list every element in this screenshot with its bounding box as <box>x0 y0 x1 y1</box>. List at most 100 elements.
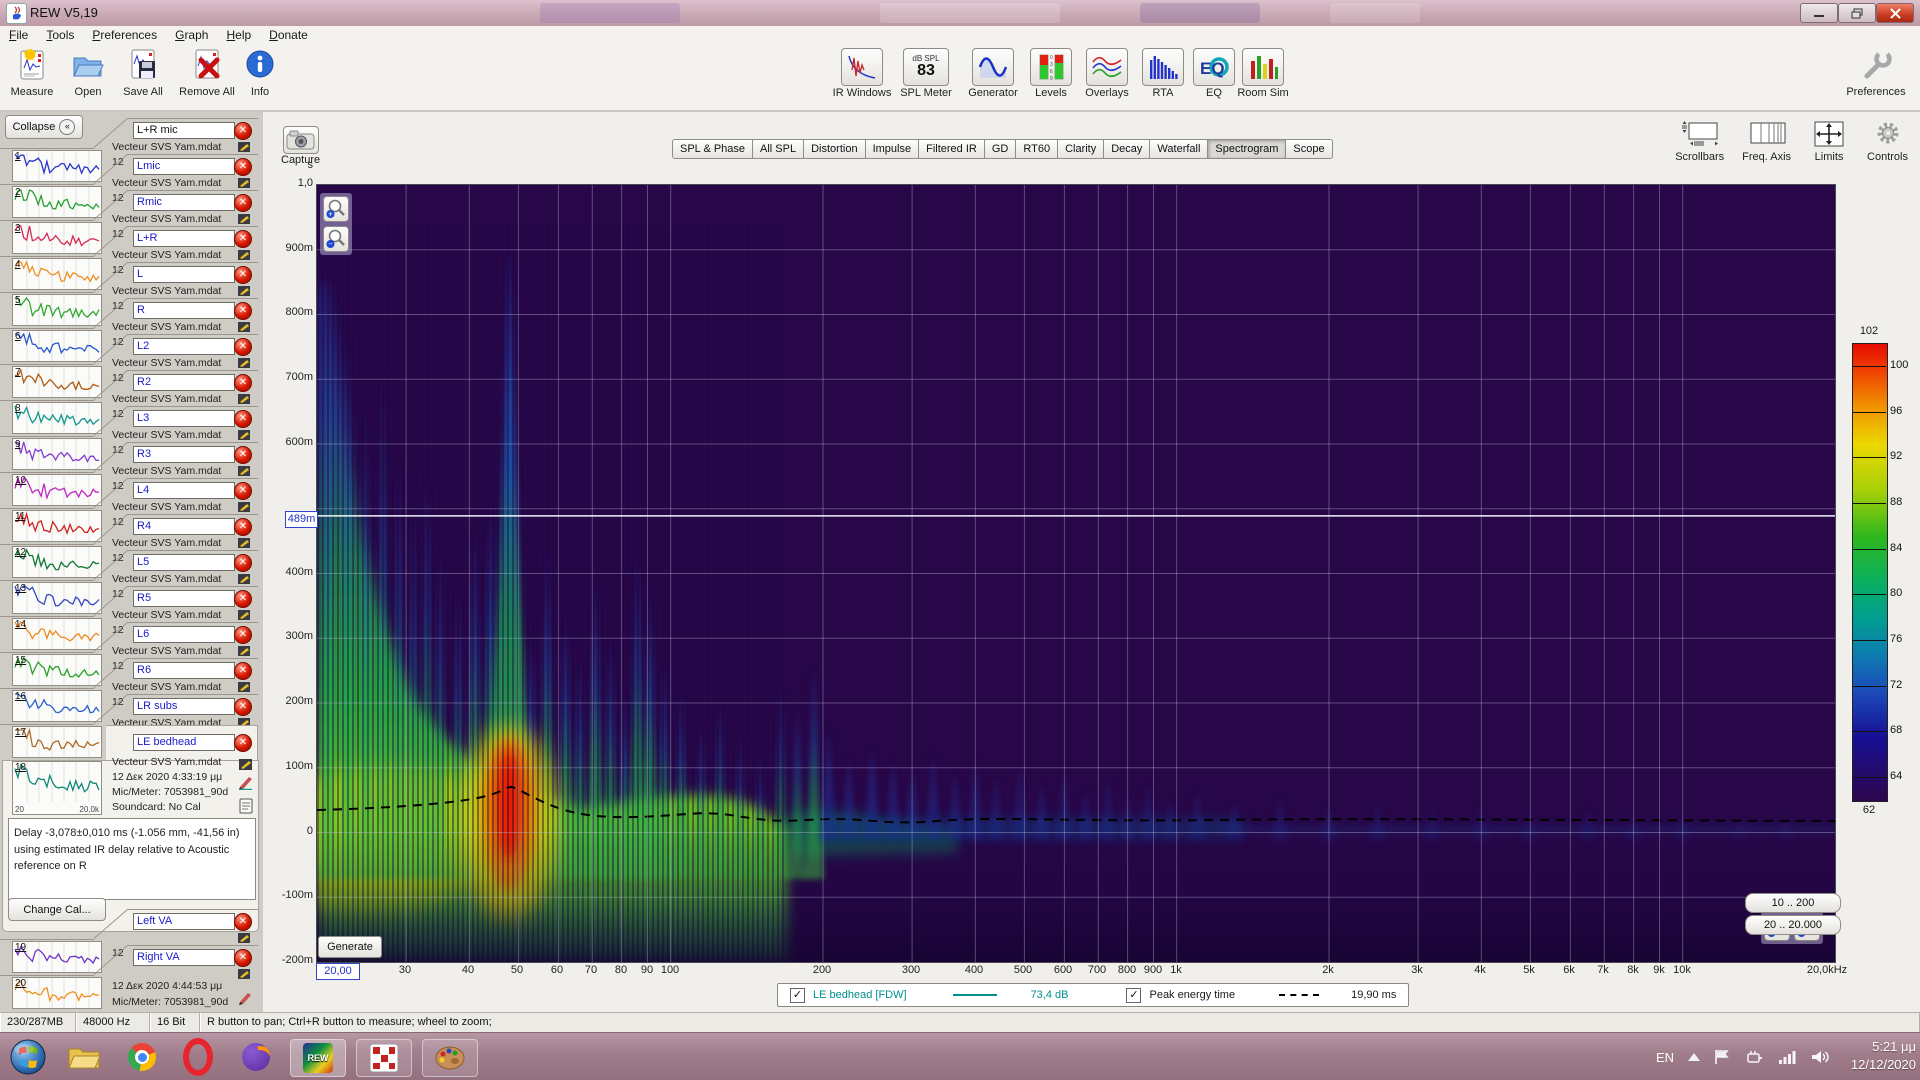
delete-measurement-button[interactable]: ✕ <box>234 122 252 140</box>
measurement-name-input[interactable]: R4 <box>133 518 235 535</box>
edit-file-icon[interactable] <box>237 608 252 621</box>
tab-gd[interactable]: GD <box>984 139 1017 159</box>
generate-button[interactable]: Generate <box>318 936 382 958</box>
delete-measurement-button[interactable]: ✕ <box>234 734 252 752</box>
measurement-thumbnail[interactable]: 9 <box>12 438 102 470</box>
tab-spectrogram[interactable]: Spectrogram <box>1208 139 1287 159</box>
edit-file-icon[interactable] <box>237 176 252 189</box>
tab-distortion[interactable]: Distortion <box>804 139 866 159</box>
speaker-icon[interactable] <box>1810 1049 1830 1065</box>
overlays-button[interactable]: Overlays <box>1076 48 1138 99</box>
menu-graph[interactable]: Graph <box>166 26 217 44</box>
controls-button[interactable]: Controls <box>1867 120 1908 163</box>
measurement-thumbnail[interactable]: 2 <box>12 186 102 218</box>
measurement-thumbnail[interactable]: 13 <box>12 582 102 614</box>
language-indicator[interactable]: EN <box>1656 1050 1674 1065</box>
measurement-name-input[interactable]: L+R <box>133 230 235 247</box>
measurement-thumbnail[interactable]: 18 20 20,0k <box>12 761 102 815</box>
limits-button[interactable]: Limits <box>1809 120 1849 163</box>
spectrogram-plot[interactable]: + − − + <box>257 184 1836 963</box>
tab-scope[interactable]: Scope <box>1286 139 1333 159</box>
opera-taskbar-icon[interactable] <box>176 1038 220 1076</box>
tab-spl-phase[interactable]: SPL & Phase <box>672 139 754 159</box>
measurement-thumbnail[interactable]: 12 <box>12 546 102 578</box>
power-plug-icon[interactable] <box>1746 1049 1764 1065</box>
edit-date-icon[interactable] <box>238 990 253 1005</box>
edit-date-icon[interactable] <box>238 774 254 795</box>
measurement-thumbnail[interactable]: 10 <box>12 474 102 506</box>
edit-file-icon[interactable] <box>237 428 252 441</box>
measurement-name-input[interactable]: Rmic <box>133 194 235 211</box>
delete-measurement-button[interactable]: ✕ <box>234 662 252 680</box>
minimize-button[interactable] <box>1800 3 1838 23</box>
measurement-name-input[interactable]: L <box>133 266 235 283</box>
measurement-name-input[interactable]: R5 <box>133 590 235 607</box>
tab-rt60[interactable]: RT60 <box>1016 139 1059 159</box>
rta-button[interactable]: RTA <box>1140 48 1186 99</box>
edit-file-icon[interactable] <box>237 500 252 513</box>
measurement-name-input[interactable]: R6 <box>133 662 235 679</box>
levels-button[interactable]: 0369 Levels <box>1021 48 1081 99</box>
spl-meter-button[interactable]: dB SPL 83 SPL Meter <box>893 48 959 99</box>
edit-file-icon[interactable] <box>237 356 252 369</box>
edit-file-icon[interactable] <box>237 536 252 549</box>
edit-file-icon[interactable] <box>237 644 252 657</box>
measurement-thumbnail[interactable]: 16 <box>12 690 102 722</box>
taskbar-clock[interactable]: 5:21 μμ 12/12/2020 <box>1851 1038 1916 1074</box>
room-sim-button[interactable]: Room Sim <box>1233 48 1293 99</box>
measurement-thumbnail[interactable]: 6 <box>12 330 102 362</box>
edit-file-icon[interactable] <box>237 284 252 297</box>
measurement-thumbnail[interactable]: 11 <box>12 510 102 542</box>
tab-clarity[interactable]: Clarity <box>1058 139 1105 159</box>
info-button[interactable]: Info <box>242 48 278 98</box>
edit-file-icon[interactable] <box>237 931 252 944</box>
edit-file-icon[interactable] <box>237 572 252 585</box>
measurement-thumbnail[interactable]: 3 <box>12 222 102 254</box>
rew-taskbar-icon[interactable]: REW <box>290 1039 346 1077</box>
measurement-name-input[interactable]: R <box>133 302 235 319</box>
delete-measurement-button[interactable]: ✕ <box>234 158 252 176</box>
edit-file-icon[interactable] <box>237 320 252 333</box>
open-button[interactable]: Open <box>60 48 116 98</box>
edit-file-icon[interactable] <box>237 680 252 693</box>
delete-measurement-button[interactable]: ✕ <box>234 913 252 931</box>
zoom-in-time-button[interactable]: + <box>323 196 349 222</box>
range-20-20000-button[interactable]: 20 .. 20.000 <box>1745 915 1841 935</box>
measurement-thumbnail[interactable]: 5 <box>12 294 102 326</box>
measurement-name-input[interactable]: Right VA <box>133 949 235 966</box>
delete-measurement-button[interactable]: ✕ <box>234 446 252 464</box>
measurement-thumbnail[interactable]: 1 <box>12 150 102 182</box>
measurement-name-input[interactable]: Left VA <box>133 913 235 930</box>
measurement-thumbnail[interactable]: 4 <box>12 258 102 290</box>
delete-measurement-button[interactable]: ✕ <box>234 482 252 500</box>
tray-expand-icon[interactable] <box>1688 1053 1700 1061</box>
measurement-name-input[interactable]: R3 <box>133 446 235 463</box>
measurement-name-input[interactable]: L2 <box>133 338 235 355</box>
notes-icon[interactable] <box>238 798 254 819</box>
maximize-button[interactable] <box>1838 3 1876 23</box>
preferences-button[interactable]: Preferences <box>1843 48 1909 98</box>
delete-measurement-button[interactable]: ✕ <box>234 590 252 608</box>
paint-taskbar-icon[interactable] <box>422 1039 478 1077</box>
delete-measurement-button[interactable]: ✕ <box>234 266 252 284</box>
remove-all-button[interactable]: Remove All <box>176 48 238 98</box>
measure-button[interactable]: Measure <box>4 48 60 98</box>
edit-file-icon[interactable] <box>237 140 252 153</box>
peak-energy-checkbox[interactable]: ✓ <box>1126 987 1142 1003</box>
tab-impulse[interactable]: Impulse <box>865 139 920 159</box>
menu-file[interactable]: File <box>0 26 37 44</box>
measurement-name-input[interactable]: L5 <box>133 554 235 571</box>
delete-measurement-button[interactable]: ✕ <box>234 698 252 716</box>
menu-donate[interactable]: Donate <box>260 26 317 44</box>
measurement-name-input[interactable]: LR subs <box>133 698 235 715</box>
eq-button[interactable]: EQ EQ <box>1192 48 1236 99</box>
edit-file-icon[interactable] <box>237 464 252 477</box>
measurement-thumbnail[interactable]: 17 <box>12 726 102 758</box>
tab-filtered-ir[interactable]: Filtered IR <box>919 139 985 159</box>
measurement-name-input[interactable]: R2 <box>133 374 235 391</box>
measurement-thumbnail[interactable]: 20 <box>12 977 102 1009</box>
tab-waterfall[interactable]: Waterfall <box>1150 139 1209 159</box>
grid-app-taskbar-icon[interactable] <box>356 1039 412 1077</box>
zoom-out-time-button[interactable]: − <box>323 226 349 252</box>
measurement-thumbnail[interactable]: 14 <box>12 618 102 650</box>
